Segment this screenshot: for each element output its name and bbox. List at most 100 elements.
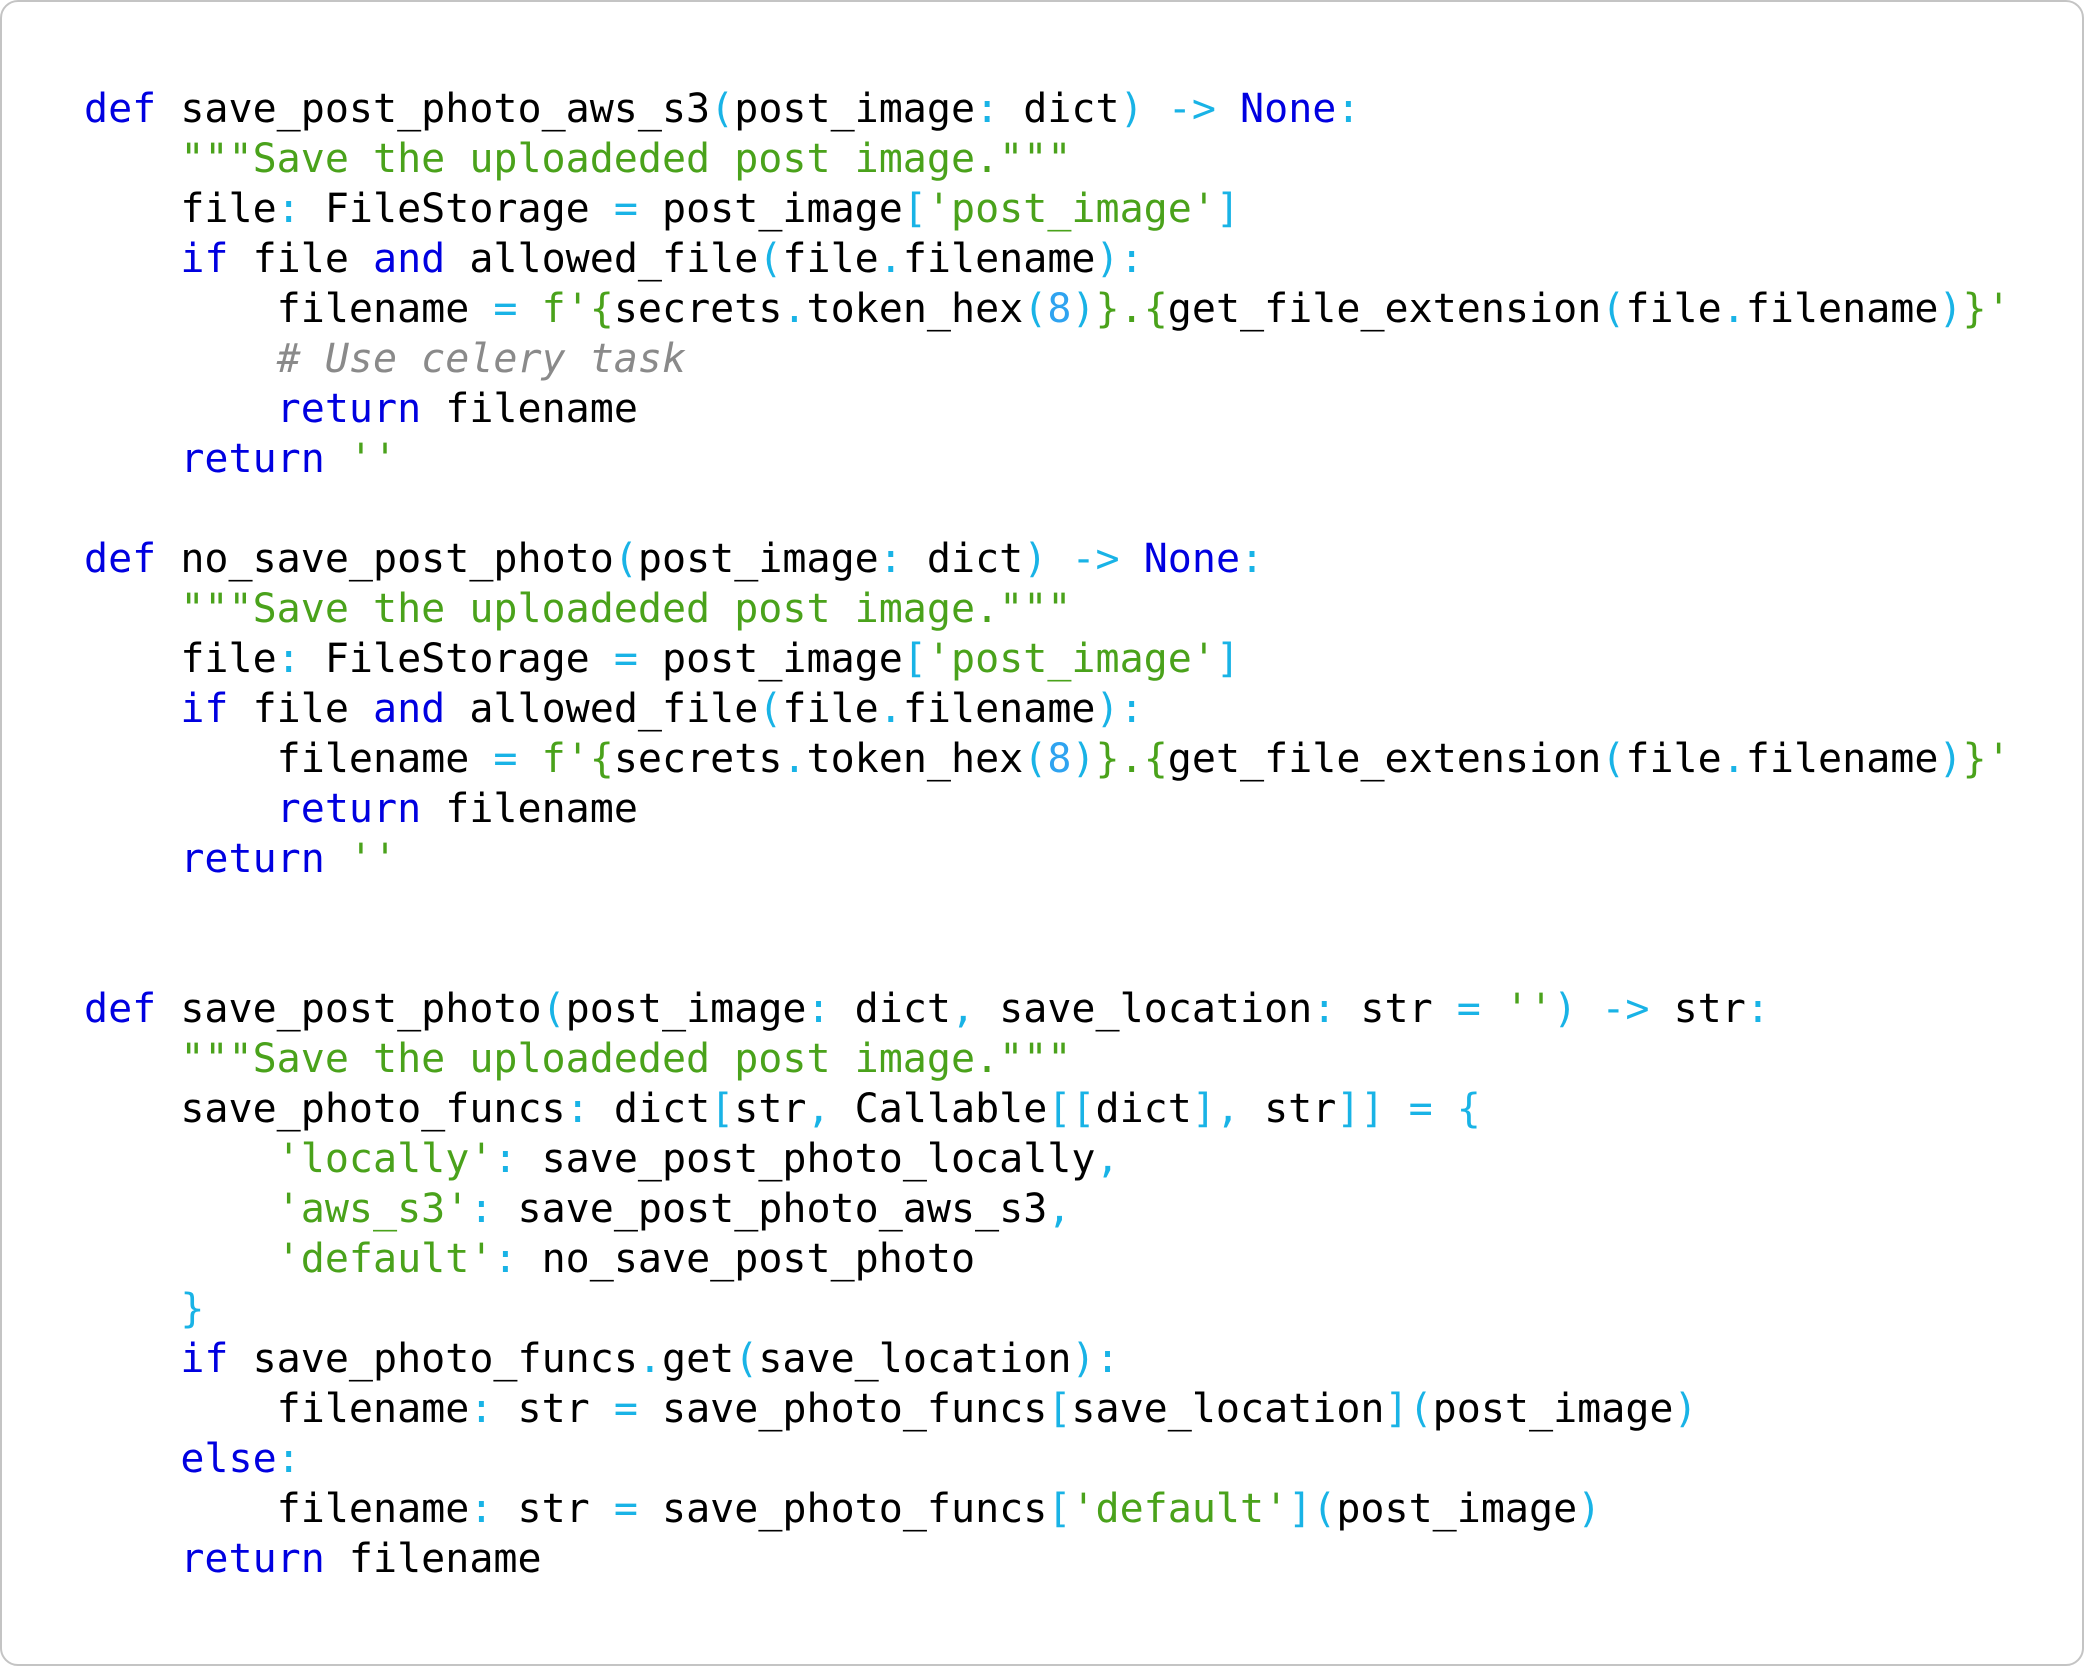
operator-token: ( bbox=[1023, 286, 1048, 332]
code-token: save_post_photo_aws_s3 bbox=[156, 86, 711, 132]
operator-token: = bbox=[613, 186, 638, 232]
code-token: allowed_file bbox=[445, 686, 759, 732]
code-card: def save_post_photo_aws_s3(post_image: d… bbox=[0, 0, 2084, 1666]
code-token: save_post_photo bbox=[156, 986, 542, 1032]
string-token: '' bbox=[1504, 986, 1554, 1032]
code-line: """Save the uploadeded post image.""" bbox=[84, 134, 2011, 184]
operator-token: . bbox=[878, 236, 903, 282]
code-line: return filename bbox=[84, 384, 2011, 434]
string-token: '' bbox=[348, 836, 398, 882]
operator-token: ( bbox=[734, 1336, 759, 1382]
string-token: 'aws_s3' bbox=[276, 1186, 470, 1232]
string-token: 'post_image' bbox=[926, 186, 1216, 232]
operator-token: : bbox=[469, 1186, 494, 1232]
code-token: filename bbox=[84, 1386, 470, 1432]
code-line: filename = f'{secrets.token_hex(8)}.{get… bbox=[84, 734, 2011, 784]
keyword-token: return bbox=[276, 386, 422, 432]
code-token: save_location bbox=[975, 986, 1313, 1032]
code-token: save_photo_funcs bbox=[228, 1336, 638, 1382]
string-token: 'post_image' bbox=[926, 636, 1216, 682]
operator-token: -> bbox=[1167, 86, 1216, 132]
operator-token: : bbox=[1336, 86, 1361, 132]
operator-token: ( bbox=[758, 236, 783, 282]
operator-token: ): bbox=[1095, 686, 1144, 732]
code-token: file bbox=[1625, 286, 1722, 332]
operator-token: : bbox=[493, 1136, 518, 1182]
string-token: """Save the uploadeded post image.""" bbox=[180, 586, 1072, 632]
code-token: FileStorage bbox=[300, 636, 614, 682]
string-token: 'default' bbox=[276, 1236, 494, 1282]
keyword-token: None bbox=[1143, 536, 1241, 582]
keyword-token: return bbox=[180, 1536, 325, 1582]
string-token: f'{ bbox=[541, 286, 614, 332]
code-token: dict bbox=[589, 1086, 711, 1132]
string-token: 'default' bbox=[1071, 1486, 1289, 1532]
code-token: filename bbox=[84, 736, 494, 782]
code-token: secrets bbox=[613, 286, 783, 332]
string-token: }' bbox=[1962, 736, 2011, 782]
code-token: file bbox=[1625, 736, 1722, 782]
comment-token: # Use celery task bbox=[276, 336, 687, 382]
code-line: 'aws_s3': save_post_photo_aws_s3, bbox=[84, 1184, 2011, 1234]
operator-token: ) bbox=[1673, 1386, 1698, 1432]
operator-token: = bbox=[613, 636, 638, 682]
operator-token: . bbox=[878, 686, 903, 732]
operator-token: , bbox=[806, 1086, 831, 1132]
operator-token: ( bbox=[1023, 736, 1048, 782]
keyword-token: return bbox=[180, 836, 325, 882]
operator-token: ) bbox=[1553, 986, 1578, 1032]
code-line: if file and allowed_file(file.filename): bbox=[84, 234, 2011, 284]
operator-token: . bbox=[1721, 736, 1746, 782]
code-line: def save_post_photo_aws_s3(post_image: d… bbox=[84, 84, 2011, 134]
keyword-token: if bbox=[180, 236, 229, 282]
string-token: """Save the uploadeded post image.""" bbox=[180, 1036, 1072, 1082]
operator-token: [ bbox=[902, 186, 927, 232]
number-token: 8 bbox=[1047, 286, 1072, 332]
code-token: save_location bbox=[758, 1336, 1072, 1382]
operator-token: -> bbox=[1601, 986, 1650, 1032]
string-token: f'{ bbox=[541, 736, 614, 782]
code-token: file bbox=[84, 636, 277, 682]
operator-token: ) bbox=[1938, 286, 1963, 332]
operator-token: : bbox=[878, 536, 903, 582]
code-token: save_photo_funcs bbox=[84, 1086, 566, 1132]
operator-token: ]( bbox=[1384, 1386, 1433, 1432]
string-token: 'locally' bbox=[276, 1136, 494, 1182]
string-token: }.{ bbox=[1095, 286, 1168, 332]
code-line: filename = f'{secrets.token_hex(8)}.{get… bbox=[84, 284, 2011, 334]
code-line: def save_post_photo(post_image: dict, sa… bbox=[84, 984, 2011, 1034]
operator-token: ) bbox=[1938, 736, 1963, 782]
code-token: FileStorage bbox=[300, 186, 614, 232]
keyword-token: return bbox=[276, 786, 422, 832]
code-token: str bbox=[493, 1386, 614, 1432]
code-token: post_image bbox=[637, 186, 903, 232]
operator-token: . bbox=[782, 286, 807, 332]
operator-token: . bbox=[1721, 286, 1746, 332]
code-token: str bbox=[1336, 986, 1457, 1032]
code-token: filename bbox=[421, 386, 638, 432]
code-token: token_hex bbox=[806, 286, 1024, 332]
operator-token: = bbox=[1408, 1086, 1433, 1132]
keyword-token: if bbox=[180, 1336, 229, 1382]
code-token: file bbox=[782, 686, 879, 732]
keyword-token: if bbox=[180, 686, 229, 732]
code-token: post_image bbox=[565, 986, 807, 1032]
keyword-token: def bbox=[84, 86, 157, 132]
operator-token: : bbox=[1745, 986, 1770, 1032]
code-line: return '' bbox=[84, 434, 2011, 484]
code-token: post_image bbox=[1336, 1486, 1578, 1532]
operator-token: ], bbox=[1191, 1086, 1241, 1132]
